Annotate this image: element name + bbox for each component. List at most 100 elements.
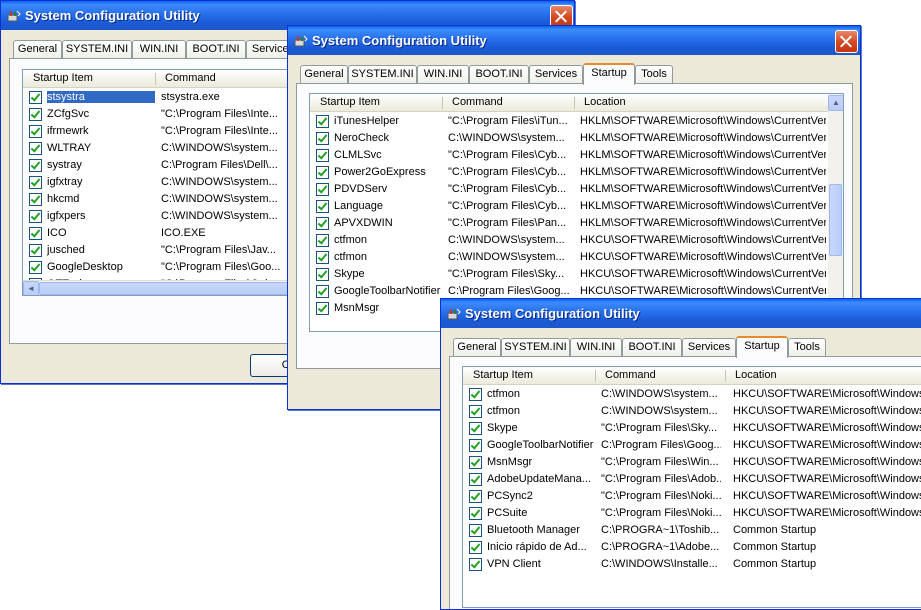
tab-general[interactable]: General [13, 40, 62, 58]
startup-checkbox[interactable] [469, 456, 482, 469]
cell-location: HKCU\SOFTWARE\Microsoft\Windows\C [733, 422, 921, 434]
startup-checkbox[interactable] [469, 524, 482, 537]
startup-checkbox[interactable] [29, 193, 42, 206]
column-header-location[interactable]: Location [735, 369, 777, 381]
scroll-thumb[interactable] [829, 184, 842, 256]
list-item[interactable]: MsnMsgr "C:\Program Files\Win... HKCU\SOFT… [463, 454, 921, 471]
list-item[interactable]: ctfmon C:\WINDOWS\system... HKCU\SOFTWARE\… [463, 403, 921, 420]
list-item[interactable]: GoogleToolbarNotifier C:\Program Files\Go… [463, 437, 921, 454]
startup-checkbox[interactable] [316, 166, 329, 179]
list-item[interactable]: APVXDWIN "C:\Program Files\Pan... HKLM\SOF… [310, 215, 843, 232]
list-item[interactable]: Power2GoExpress "C:\Program Files\Cyb... H… [310, 164, 843, 181]
startup-checkbox[interactable] [316, 115, 329, 128]
cell-command: stsystra.exe [161, 91, 220, 103]
column-header-startup-item[interactable]: Startup Item [473, 369, 533, 381]
startup-checkbox[interactable] [29, 244, 42, 257]
column-header-location[interactable]: Location [584, 96, 626, 108]
cell-command: "C:\Program Files\Win... [601, 456, 719, 468]
window-title: System Configuration Utility [25, 8, 200, 23]
startup-checkbox[interactable] [29, 261, 42, 274]
tab-boot-ini[interactable]: BOOT.INI [469, 65, 529, 83]
tab-system-ini[interactable]: SYSTEM.INI [501, 338, 570, 356]
startup-checkbox[interactable] [469, 388, 482, 401]
tab-win-ini[interactable]: WIN.INI [570, 338, 622, 356]
list-item[interactable]: Inicio rápido de Ad... C:\PROGRA~1\Adobe.… [463, 539, 921, 556]
list-item[interactable]: CLMLSvc "C:\Program Files\Cyb... HKLM\SOFT… [310, 147, 843, 164]
tab-tools[interactable]: Tools [788, 338, 826, 356]
startup-checkbox[interactable] [316, 285, 329, 298]
startup-list[interactable]: Startup Item Command Location ctfmon C:\W… [462, 366, 921, 608]
startup-checkbox[interactable] [29, 210, 42, 223]
tab-startup[interactable]: Startup [583, 63, 635, 85]
startup-checkbox[interactable] [469, 473, 482, 486]
cell-location: HKCU\SOFTWARE\Microsoft\Windows\CurrentV… [580, 251, 826, 263]
tab-boot-ini[interactable]: BOOT.INI [186, 40, 246, 58]
list-item[interactable]: NeroCheck C:\WINDOWS\system... HKLM\SOFTWA… [310, 130, 843, 147]
tab-tools[interactable]: Tools [635, 65, 673, 83]
startup-checkbox[interactable] [316, 234, 329, 247]
tab-system-ini[interactable]: SYSTEM.INI [62, 40, 132, 58]
startup-checkbox[interactable] [29, 159, 42, 172]
column-header-startup-item[interactable]: Startup Item [320, 96, 380, 108]
cell-command: "C:\Program Files\Cyb... [448, 149, 567, 161]
list-item[interactable]: Bluetooth Manager C:\PROGRA~1\Toshib... Co… [463, 522, 921, 539]
list-item[interactable]: Skype "C:\Program Files\Sky... HKCU\SOFTWA… [463, 420, 921, 437]
startup-checkbox[interactable] [316, 268, 329, 281]
list-item[interactable]: AdobeUpdateMana... "C:\Program Files\Adob… [463, 471, 921, 488]
startup-checkbox[interactable] [469, 405, 482, 418]
scroll-up-icon[interactable]: ▲ [828, 95, 843, 111]
startup-checkbox[interactable] [29, 176, 42, 189]
tab-services[interactable]: Services [682, 338, 736, 356]
list-item[interactable]: iTunesHelper "C:\Program Files\iTun... HKL… [310, 113, 843, 130]
startup-checkbox[interactable] [469, 507, 482, 520]
cell-name: PDVDServ [334, 183, 388, 195]
close-icon[interactable] [835, 30, 858, 53]
list-item[interactable]: PCSuite "C:\Program Files\Noki... HKCU\SOF… [463, 505, 921, 522]
startup-checkbox[interactable] [316, 302, 329, 315]
startup-checkbox[interactable] [316, 183, 329, 196]
list-item[interactable]: ctfmon C:\WINDOWS\system... HKCU\SOFTWARE\… [463, 386, 921, 403]
column-header-startup-item[interactable]: Startup Item [33, 72, 93, 84]
startup-checkbox[interactable] [469, 558, 482, 571]
startup-list[interactable]: Startup Item Command Location iTunesHelp… [309, 93, 844, 332]
tab-services[interactable]: Services [529, 65, 583, 83]
list-item[interactable]: ctfmon C:\WINDOWS\system... HKCU\SOFTWARE\… [310, 249, 843, 266]
tab-win-ini[interactable]: WIN.INI [132, 40, 186, 58]
startup-checkbox[interactable] [316, 217, 329, 230]
startup-checkbox[interactable] [29, 142, 42, 155]
startup-checkbox[interactable] [29, 125, 42, 138]
tab-startup[interactable]: Startup [736, 336, 788, 358]
cell-command: "C:\Program Files\Cyb... [448, 200, 567, 212]
startup-checkbox[interactable] [469, 422, 482, 435]
cell-location: HKCU\SOFTWARE\Microsoft\Windows\CurrentV… [580, 285, 826, 297]
column-header-command[interactable]: Command [165, 72, 216, 84]
vertical-scrollbar[interactable]: ▲ [828, 94, 843, 331]
title-bar[interactable]: System Configuration Utility [441, 299, 921, 328]
startup-checkbox[interactable] [316, 149, 329, 162]
list-item[interactable]: PDVDServ "C:\Program Files\Cyb... HKLM\SOF… [310, 181, 843, 198]
list-item[interactable]: ctfmon C:\WINDOWS\system... HKCU\SOFTWARE\… [310, 232, 843, 249]
startup-checkbox[interactable] [316, 132, 329, 145]
startup-checkbox[interactable] [469, 490, 482, 503]
startup-checkbox[interactable] [469, 541, 482, 554]
list-item[interactable]: PCSync2 "C:\Program Files\Noki... HKCU\SOF… [463, 488, 921, 505]
startup-checkbox[interactable] [316, 200, 329, 213]
startup-checkbox[interactable] [29, 227, 42, 240]
list-item[interactable]: VPN Client C:\WINDOWS\Installe... Common S… [463, 556, 921, 573]
tab-system-ini[interactable]: SYSTEM.INI [348, 65, 417, 83]
tab-win-ini[interactable]: WIN.INI [417, 65, 469, 83]
list-item[interactable]: Language "C:\Program Files\Cyb... HKLM\SOF… [310, 198, 843, 215]
startup-checkbox[interactable] [316, 251, 329, 264]
column-header-command[interactable]: Command [605, 369, 656, 381]
list-item[interactable]: Skype "C:\Program Files\Sky... HKCU\SOFTWA… [310, 266, 843, 283]
startup-checkbox[interactable] [29, 91, 42, 104]
tab-general[interactable]: General [300, 65, 348, 83]
cell-name: Language [334, 200, 383, 212]
column-header-command[interactable]: Command [452, 96, 503, 108]
tab-boot-ini[interactable]: BOOT.INI [622, 338, 682, 356]
title-bar[interactable]: System Configuration Utility [288, 26, 860, 55]
startup-checkbox[interactable] [469, 439, 482, 452]
startup-checkbox[interactable] [29, 108, 42, 121]
tab-general[interactable]: General [453, 338, 501, 356]
scroll-left-icon[interactable]: ◄ [23, 281, 39, 295]
